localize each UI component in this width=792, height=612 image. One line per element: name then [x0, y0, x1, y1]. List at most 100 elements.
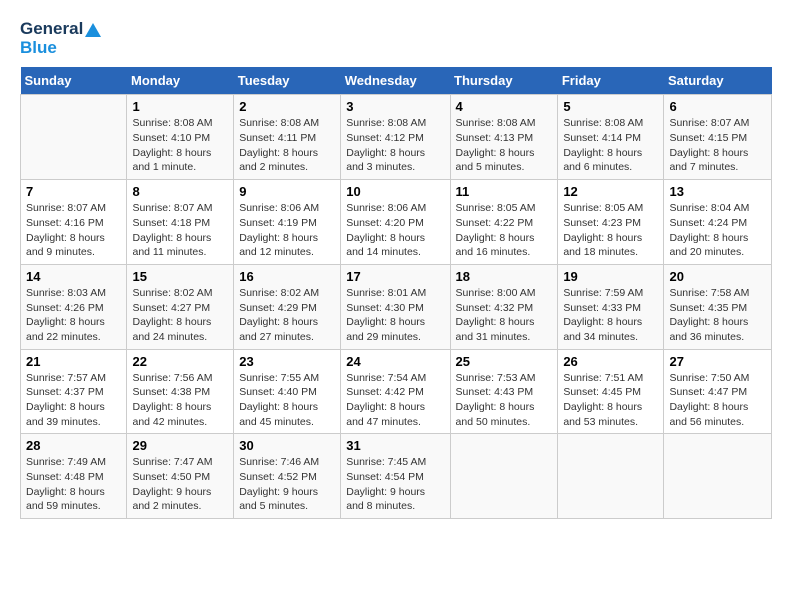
day-number: 27	[669, 354, 766, 369]
calendar-cell	[450, 434, 558, 519]
weekday-header-thursday: Thursday	[450, 67, 558, 95]
day-number: 11	[456, 184, 553, 199]
day-number: 16	[239, 269, 335, 284]
day-number: 15	[132, 269, 228, 284]
day-info: Sunrise: 8:06 AM Sunset: 4:19 PM Dayligh…	[239, 201, 335, 260]
day-number: 17	[346, 269, 444, 284]
day-info: Sunrise: 8:02 AM Sunset: 4:29 PM Dayligh…	[239, 286, 335, 345]
logo: General Blue	[20, 20, 101, 57]
calendar-week-3: 14 Sunrise: 8:03 AM Sunset: 4:26 PM Dayli…	[21, 264, 772, 349]
day-info: Sunrise: 8:05 AM Sunset: 4:23 PM Dayligh…	[563, 201, 658, 260]
day-number: 25	[456, 354, 553, 369]
day-info: Sunrise: 7:55 AM Sunset: 4:40 PM Dayligh…	[239, 371, 335, 430]
calendar-cell: 27Sunrise: 7:50 AM Sunset: 4:47 PM Dayli…	[664, 349, 772, 434]
calendar-cell	[21, 95, 127, 180]
calendar-cell: 21 Sunrise: 7:57 AM Sunset: 4:37 PM Dayli…	[21, 349, 127, 434]
calendar-cell: 9 Sunrise: 8:06 AM Sunset: 4:19 PM Daylig…	[234, 180, 341, 265]
calendar-cell: 17 Sunrise: 8:01 AM Sunset: 4:30 PM Dayli…	[341, 264, 450, 349]
day-info: Sunrise: 8:08 AM Sunset: 4:11 PM Dayligh…	[239, 116, 335, 175]
day-info: Sunrise: 7:45 AM Sunset: 4:54 PM Dayligh…	[346, 455, 444, 514]
calendar-cell: 13 Sunrise: 8:04 AM Sunset: 4:24 PM Dayli…	[664, 180, 772, 265]
calendar-cell: 20 Sunrise: 7:58 AM Sunset: 4:35 PM Dayli…	[664, 264, 772, 349]
weekday-header-wednesday: Wednesday	[341, 67, 450, 95]
calendar-cell: 7Sunrise: 8:07 AM Sunset: 4:16 PM Daylig…	[21, 180, 127, 265]
calendar-cell: 11Sunrise: 8:05 AM Sunset: 4:22 PM Dayli…	[450, 180, 558, 265]
calendar-cell: 2 Sunrise: 8:08 AM Sunset: 4:11 PM Daylig…	[234, 95, 341, 180]
day-info: Sunrise: 8:07 AM Sunset: 4:16 PM Dayligh…	[26, 201, 121, 260]
day-info: Sunrise: 7:46 AM Sunset: 4:52 PM Dayligh…	[239, 455, 335, 514]
weekday-header-sunday: Sunday	[21, 67, 127, 95]
day-number: 19	[563, 269, 658, 284]
day-number: 5	[563, 99, 658, 114]
calendar-cell: 6Sunrise: 8:07 AM Sunset: 4:15 PM Daylig…	[664, 95, 772, 180]
calendar-cell: 23 Sunrise: 7:55 AM Sunset: 4:40 PM Dayli…	[234, 349, 341, 434]
day-info: Sunrise: 7:51 AM Sunset: 4:45 PM Dayligh…	[563, 371, 658, 430]
day-number: 29	[132, 438, 228, 453]
weekday-header-monday: Monday	[127, 67, 234, 95]
day-info: Sunrise: 8:01 AM Sunset: 4:30 PM Dayligh…	[346, 286, 444, 345]
day-info: Sunrise: 8:00 AM Sunset: 4:32 PM Dayligh…	[456, 286, 553, 345]
day-number: 12	[563, 184, 658, 199]
calendar-cell: 26 Sunrise: 7:51 AM Sunset: 4:45 PM Dayli…	[558, 349, 664, 434]
calendar-cell: 14 Sunrise: 8:03 AM Sunset: 4:26 PM Dayli…	[21, 264, 127, 349]
calendar-cell: 28Sunrise: 7:49 AM Sunset: 4:48 PM Dayli…	[21, 434, 127, 519]
day-number: 23	[239, 354, 335, 369]
day-info: Sunrise: 8:08 AM Sunset: 4:14 PM Dayligh…	[563, 116, 658, 175]
weekday-header-tuesday: Tuesday	[234, 67, 341, 95]
day-number: 13	[669, 184, 766, 199]
day-number: 1	[132, 99, 228, 114]
day-number: 4	[456, 99, 553, 114]
day-info: Sunrise: 7:47 AM Sunset: 4:50 PM Dayligh…	[132, 455, 228, 514]
day-info: Sunrise: 8:04 AM Sunset: 4:24 PM Dayligh…	[669, 201, 766, 260]
day-info: Sunrise: 7:57 AM Sunset: 4:37 PM Dayligh…	[26, 371, 121, 430]
day-number: 20	[669, 269, 766, 284]
calendar-cell: 18 Sunrise: 8:00 AM Sunset: 4:32 PM Dayli…	[450, 264, 558, 349]
calendar-cell: 5 Sunrise: 8:08 AM Sunset: 4:14 PM Daylig…	[558, 95, 664, 180]
day-number: 10	[346, 184, 444, 199]
calendar-cell: 1Sunrise: 8:08 AM Sunset: 4:10 PM Daylig…	[127, 95, 234, 180]
calendar-table: SundayMondayTuesdayWednesdayThursdayFrid…	[20, 67, 772, 519]
day-info: Sunrise: 7:53 AM Sunset: 4:43 PM Dayligh…	[456, 371, 553, 430]
day-number: 22	[132, 354, 228, 369]
weekday-header-friday: Friday	[558, 67, 664, 95]
day-number: 14	[26, 269, 121, 284]
calendar-cell	[664, 434, 772, 519]
calendar-cell: 29 Sunrise: 7:47 AM Sunset: 4:50 PM Dayli…	[127, 434, 234, 519]
day-number: 26	[563, 354, 658, 369]
day-info: Sunrise: 7:59 AM Sunset: 4:33 PM Dayligh…	[563, 286, 658, 345]
calendar-cell: 8 Sunrise: 8:07 AM Sunset: 4:18 PM Daylig…	[127, 180, 234, 265]
day-info: Sunrise: 8:02 AM Sunset: 4:27 PM Dayligh…	[132, 286, 228, 345]
day-info: Sunrise: 8:06 AM Sunset: 4:20 PM Dayligh…	[346, 201, 444, 260]
day-number: 31	[346, 438, 444, 453]
day-number: 18	[456, 269, 553, 284]
logo-text: General Blue	[20, 20, 101, 57]
day-number: 3	[346, 99, 444, 114]
day-number: 8	[132, 184, 228, 199]
day-info: Sunrise: 8:07 AM Sunset: 4:18 PM Dayligh…	[132, 201, 228, 260]
day-number: 9	[239, 184, 335, 199]
day-info: Sunrise: 8:08 AM Sunset: 4:13 PM Dayligh…	[456, 116, 553, 175]
day-number: 2	[239, 99, 335, 114]
day-info: Sunrise: 8:08 AM Sunset: 4:12 PM Dayligh…	[346, 116, 444, 175]
weekday-header-saturday: Saturday	[664, 67, 772, 95]
calendar-cell: 30 Sunrise: 7:46 AM Sunset: 4:52 PM Dayli…	[234, 434, 341, 519]
weekday-header-row: SundayMondayTuesdayWednesdayThursdayFrid…	[21, 67, 772, 95]
day-info: Sunrise: 7:56 AM Sunset: 4:38 PM Dayligh…	[132, 371, 228, 430]
calendar-cell	[558, 434, 664, 519]
calendar-cell: 16 Sunrise: 8:02 AM Sunset: 4:29 PM Dayli…	[234, 264, 341, 349]
day-number: 21	[26, 354, 121, 369]
calendar-week-1: 1Sunrise: 8:08 AM Sunset: 4:10 PM Daylig…	[21, 95, 772, 180]
calendar-cell: 24Sunrise: 7:54 AM Sunset: 4:42 PM Dayli…	[341, 349, 450, 434]
day-info: Sunrise: 8:03 AM Sunset: 4:26 PM Dayligh…	[26, 286, 121, 345]
day-info: Sunrise: 7:58 AM Sunset: 4:35 PM Dayligh…	[669, 286, 766, 345]
day-number: 30	[239, 438, 335, 453]
calendar-cell: 3 Sunrise: 8:08 AM Sunset: 4:12 PM Daylig…	[341, 95, 450, 180]
calendar-week-4: 21 Sunrise: 7:57 AM Sunset: 4:37 PM Dayli…	[21, 349, 772, 434]
day-number: 6	[669, 99, 766, 114]
calendar-cell: 25 Sunrise: 7:53 AM Sunset: 4:43 PM Dayli…	[450, 349, 558, 434]
page-header: General Blue	[20, 20, 772, 57]
calendar-cell: 19 Sunrise: 7:59 AM Sunset: 4:33 PM Dayli…	[558, 264, 664, 349]
calendar-cell: 31 Sunrise: 7:45 AM Sunset: 4:54 PM Dayli…	[341, 434, 450, 519]
day-number: 24	[346, 354, 444, 369]
calendar-cell: 10 Sunrise: 8:06 AM Sunset: 4:20 PM Dayli…	[341, 180, 450, 265]
